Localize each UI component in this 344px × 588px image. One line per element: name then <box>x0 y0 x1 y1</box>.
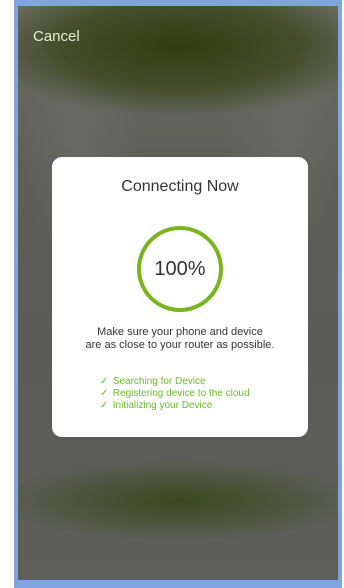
hint-line-1: Make sure your phone and device <box>97 326 263 338</box>
step-item: ✓ Searching for Device <box>100 376 300 388</box>
connecting-dialog: Connecting Now 100% Make sure your phone… <box>52 157 308 437</box>
progress-ring: 100% <box>136 225 224 313</box>
dialog-title: Connecting Now <box>121 178 239 195</box>
hint-line-2: are as close to your router as possible. <box>85 339 275 351</box>
proximity-hint: Make sure your phone and device are as c… <box>52 326 308 352</box>
step-item: ✓ Registering device to the cloud <box>100 388 300 400</box>
check-icon: ✓ <box>100 376 109 387</box>
cancel-button[interactable]: Cancel <box>33 28 80 45</box>
progress-percent: 100% <box>154 258 206 280</box>
step-label: Searching for Device <box>112 376 206 387</box>
app-screen: Cancel Connecting Now 100% Make sure you… <box>18 6 338 580</box>
check-icon: ✓ <box>100 400 109 411</box>
step-label: Registering device to the cloud <box>112 388 250 399</box>
step-item: ✓ Initializing your Device <box>100 400 300 412</box>
step-list: ✓ Searching for Device ✓ Registering dev… <box>100 376 300 412</box>
step-label: Initializing your Device <box>112 400 213 411</box>
check-icon: ✓ <box>100 388 109 399</box>
